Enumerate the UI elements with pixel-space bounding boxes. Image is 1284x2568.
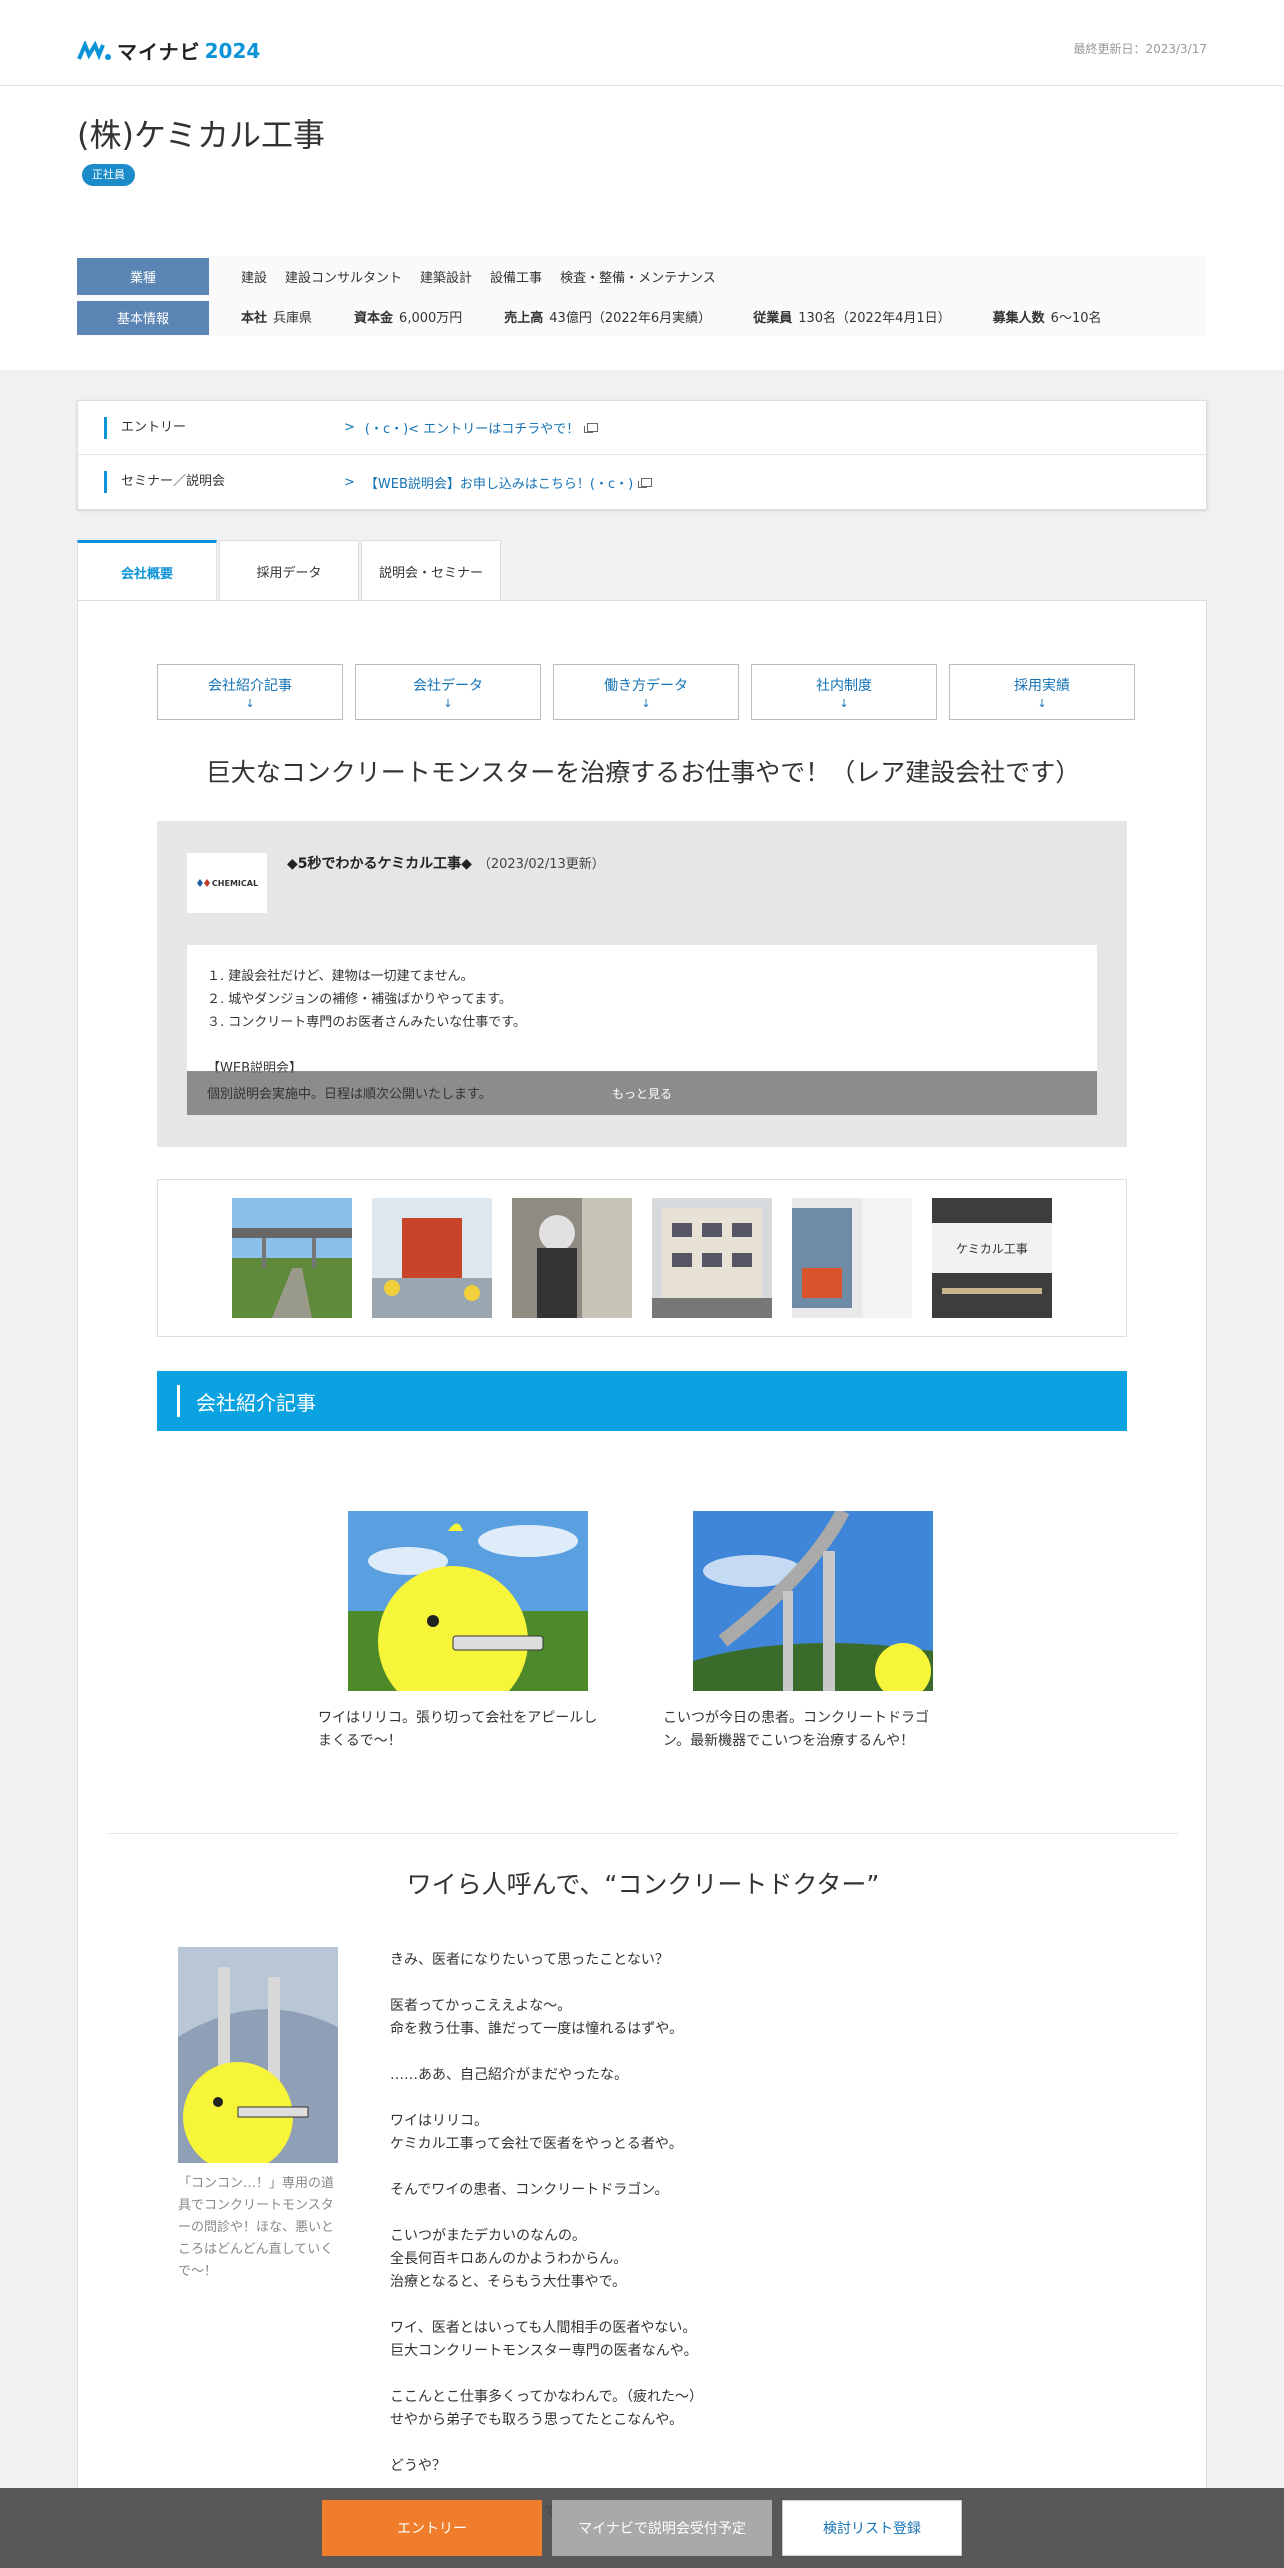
sticky-action-bar: エントリー マイナビで説明会受付予定 検討リスト登録 — [0, 2488, 1284, 2568]
basic-info-hiring: 募集人数 6～10名 — [992, 310, 1102, 326]
chevron-right-icon: > — [344, 474, 355, 490]
arrow-down-icon: ↓ — [1037, 696, 1047, 710]
entry-links-box: エントリー > (・c・)< エントリーはコチラやで！ セミナー／説明会 > 【… — [77, 400, 1207, 510]
external-window-icon — [584, 423, 599, 433]
basic-info-sales: 売上高 43億円（2022年6月実績） — [504, 310, 712, 326]
company-logo: CHEMICAL — [187, 853, 267, 913]
intro-date: （2023/02/13更新） — [477, 857, 605, 872]
read-more-button[interactable]: 個別説明会実施中。日程は順次公開いたします。 もっと見る — [187, 1071, 1097, 1115]
entry-link-row: エントリー > (・c・)< エントリーはコチラやで！ — [78, 401, 1206, 455]
intro-title: ◆5秒でわかるケミカル工事◆ （2023/02/13更新） — [287, 856, 605, 872]
industry-item: 建築設計 — [420, 270, 473, 286]
section-divider — [108, 1833, 1178, 1834]
arrow-down-icon: ↓ — [839, 696, 849, 710]
seminar-link-row: セミナー／説明会 > 【WEB説明会】お申し込みはこちら！(・c・) — [78, 455, 1206, 509]
article-caption: ワイはリリコ。張り切って会社をアピールしまくるで～！ — [318, 1710, 598, 1749]
company-summary: (株)ケミカル工事 正社員 業種 建設 建設コンサルタント 建築設計 設備工事 … — [0, 86, 1284, 370]
side-image-caption: 「コンコン…！」専用の道具でコンクリートモンスターの問診や！ほな、悪いところはど… — [178, 2176, 335, 2279]
read-more-label: もっと見る — [611, 1086, 672, 1101]
photo-thumbnail[interactable]: ケミカル工事 — [932, 1198, 1052, 1318]
employment-badge: 正社員 — [82, 164, 135, 186]
industry-item: 検査・整備・メンテナンス — [560, 270, 716, 286]
article-image — [693, 1511, 933, 1691]
tab-recruitment-data[interactable]: 採用データ — [219, 540, 359, 602]
entry-link-text[interactable]: (・c・)< エントリーはコチラやで！ — [365, 418, 579, 437]
industry-item: 設備工事 — [490, 270, 543, 286]
photo-thumbnail[interactable] — [232, 1198, 352, 1318]
anchor-nav: 会社紹介記事 ↓ 会社データ ↓ 働き方データ ↓ 社内制度 ↓ 採用実績 ↓ — [157, 664, 1135, 720]
external-window-icon — [638, 477, 653, 488]
intro-box: CHEMICAL ◆5秒でわかるケミカル工事◆ （2023/02/13更新） １.… — [157, 821, 1127, 1147]
chevron-right-icon: > — [344, 420, 355, 435]
arrow-down-icon: ↓ — [443, 696, 453, 710]
svg-text:ケミカル工事: ケミカル工事 — [956, 1242, 1028, 1256]
tab-bar: 会社概要 採用データ 説明会・セミナー — [77, 540, 503, 602]
photo-gallery: ケミカル工事 — [157, 1179, 1127, 1337]
article-caption: こいつが今日の患者。コンクリートドラゴン。最新機器でこいつを治療するんや！ — [663, 1710, 929, 1749]
seminar-link-label: セミナー／説明会 — [104, 471, 344, 493]
article-card[interactable]: こいつが今日の患者。コンクリートドラゴン。最新機器でこいつを治療するんや！ — [663, 1511, 953, 1753]
arrow-down-icon: ↓ — [641, 696, 651, 710]
anchor-company-articles[interactable]: 会社紹介記事 ↓ — [157, 664, 343, 720]
site-header: マイナビ 2024 最終更新日：2023/3/17 — [0, 0, 1284, 86]
basic-info-label: 基本情報 — [77, 297, 209, 335]
anchor-company-systems[interactable]: 社内制度 ↓ — [751, 664, 937, 720]
photo-thumbnail[interactable] — [372, 1198, 492, 1318]
industry-label: 業種 — [77, 257, 209, 295]
article-card[interactable]: ワイはリリコ。張り切って会社をアピールしまくるで～！ — [318, 1511, 608, 1753]
seminar-link[interactable]: > 【WEB説明会】お申し込みはこちら！(・c・) — [344, 473, 653, 492]
add-to-list-button[interactable]: 検討リスト登録 — [782, 2500, 962, 2556]
entry-link-label: エントリー — [104, 416, 344, 439]
tab-seminars[interactable]: 説明会・セミナー — [361, 540, 501, 602]
basic-info-list: 本社 兵庫県 資本金 6,000万円 売上高 43億円（2022年6月実績） 従業員 1… — [209, 307, 1126, 326]
mynavi-logo-icon — [77, 40, 111, 60]
main-content: 会社紹介記事 ↓ 会社データ ↓ 働き方データ ↓ 社内制度 ↓ 採用実績 ↓ 巨大なコン… — [77, 600, 1207, 2568]
last-updated: 最終更新日：2023/3/17 — [1073, 42, 1207, 56]
company-name: (株)ケミカル工事 — [77, 116, 326, 154]
catchphrase: 巨大なコンクリートモンスターを治療するお仕事やで！（レア建設会社です） — [205, 758, 1081, 787]
chemical-logo-icon — [196, 879, 210, 887]
mynavi-logo[interactable]: マイナビ 2024 — [77, 36, 260, 65]
intro-teaser: 個別説明会実施中。日程は順次公開いたします。 — [207, 1087, 492, 1102]
entry-link[interactable]: > (・c・)< エントリーはコチラやで！ — [344, 418, 599, 437]
anchor-hiring-results[interactable]: 採用実績 ↓ — [949, 664, 1135, 720]
industry-row: 業種 建設 建設コンサルタント 建築設計 設備工事 検査・整備・メンテナンス — [77, 256, 1207, 296]
photo-thumbnail[interactable] — [512, 1198, 632, 1318]
section-heading-articles: 会社紹介記事 — [157, 1371, 1127, 1431]
basic-info-employees: 従業員 130名（2022年4月1日） — [753, 310, 951, 326]
logo-text: マイナビ — [117, 40, 201, 64]
article-image — [348, 1511, 588, 1691]
tab-company-overview[interactable]: 会社概要 — [77, 540, 217, 602]
arrow-down-icon: ↓ — [245, 696, 255, 710]
article-title: ワイら人呼んで、“コンクリートドクター” — [406, 1870, 880, 1899]
anchor-company-data[interactable]: 会社データ ↓ — [355, 664, 541, 720]
seminar-button[interactable]: マイナビで説明会受付予定 — [552, 2500, 772, 2556]
company-info-table: 業種 建設 建設コンサルタント 建築設計 設備工事 検査・整備・メンテナンス 基… — [77, 256, 1207, 336]
entry-button[interactable]: エントリー — [322, 2500, 542, 2556]
industry-item: 建設コンサルタント — [285, 270, 403, 286]
basic-info-hq: 本社 兵庫県 — [241, 310, 313, 326]
anchor-work-data[interactable]: 働き方データ ↓ — [553, 664, 739, 720]
industry-item: 建設 — [241, 270, 268, 286]
basic-info-capital: 資本金 6,000万円 — [354, 310, 463, 326]
logo-year: 2024 — [204, 38, 261, 63]
industry-list: 建設 建設コンサルタント 建築設計 設備工事 検査・整備・メンテナンス — [209, 267, 716, 286]
photo-thumbnail[interactable] — [792, 1198, 912, 1318]
article-side-image — [178, 1947, 338, 2163]
article-body: きみ、医者になりたいって思ったことない？ 医者ってかっこええよな～。 命を救う仕… — [390, 1952, 704, 2520]
seminar-link-text[interactable]: 【WEB説明会】お申し込みはこちら！(・c・) — [365, 473, 633, 492]
basic-info-row: 基本情報 本社 兵庫県 資本金 6,000万円 売上高 43億円（2022年6月実績）… — [77, 296, 1207, 336]
photo-thumbnail[interactable] — [652, 1198, 772, 1318]
